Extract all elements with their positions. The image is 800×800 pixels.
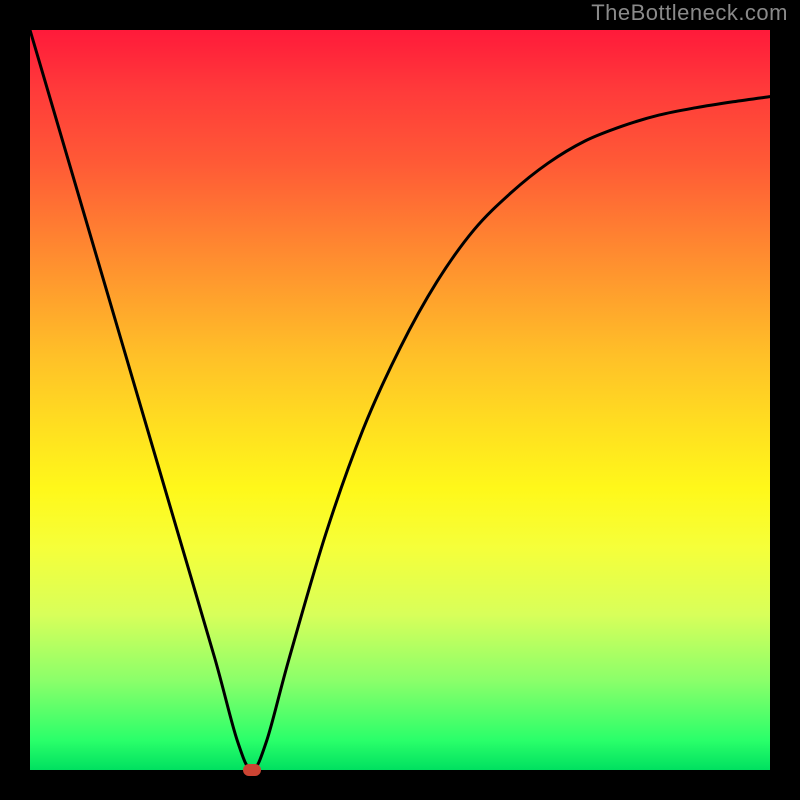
curve-svg xyxy=(30,30,770,770)
chart-frame: TheBottleneck.com xyxy=(0,0,800,800)
minimum-marker xyxy=(243,764,261,776)
plot-area xyxy=(30,30,770,770)
curve-path xyxy=(30,30,770,770)
watermark-label: TheBottleneck.com xyxy=(591,0,788,26)
